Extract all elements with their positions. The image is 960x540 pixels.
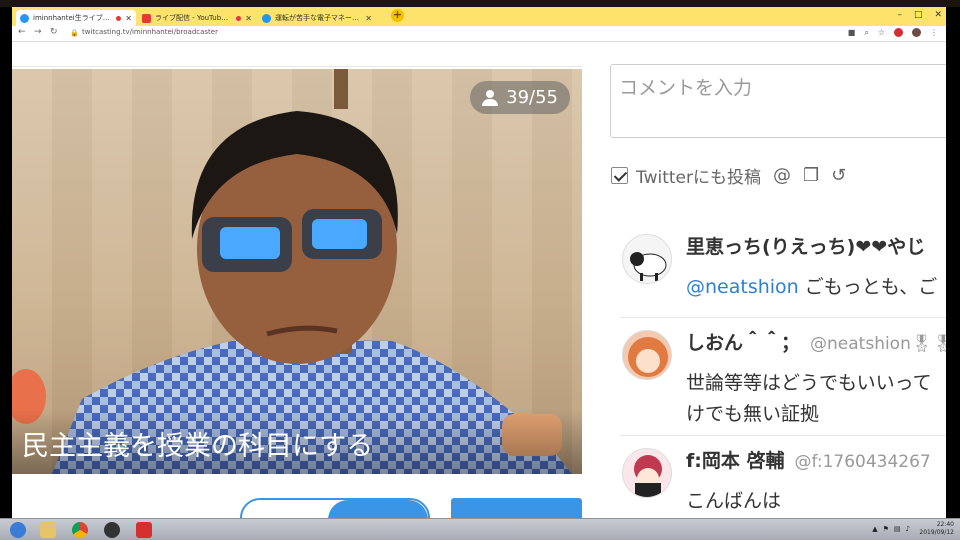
page-content: 39/55 民主主義を授業の科目にする コメントを入力 Twitterにも投稿 … bbox=[12, 42, 946, 518]
window-controls: – □ ✕ bbox=[897, 7, 942, 23]
refresh-icon[interactable]: ↺ bbox=[831, 165, 846, 186]
network-icon[interactable]: ▤ bbox=[894, 525, 901, 533]
obs-icon[interactable] bbox=[104, 522, 120, 538]
mention-at-icon[interactable]: @ bbox=[773, 165, 791, 186]
telop-subtitle: 民主主義を授業の科目にする bbox=[12, 410, 582, 474]
tray-arrow-icon[interactable]: ▲ bbox=[872, 525, 877, 533]
windows-taskbar: ▲ ⚑ ▤ ♪ 22:40 2019/09/12 bbox=[0, 518, 960, 540]
twitter-post-row: Twitterにも投稿 @ ❐ ↺ bbox=[611, 163, 846, 188]
bookmark-star-icon[interactable]: ☆ bbox=[878, 28, 885, 38]
browser-tab-strip: iminnhantei生ライブ配信 ✕ ライブ配信 - YouTube Stud… bbox=[12, 7, 946, 26]
avatar[interactable] bbox=[622, 448, 672, 498]
lock-icon: 🔒 bbox=[70, 29, 79, 37]
ie-icon[interactable] bbox=[10, 522, 26, 538]
maximize-button[interactable]: □ bbox=[914, 7, 923, 23]
comment-input[interactable]: コメントを入力 bbox=[610, 64, 946, 138]
url-field[interactable]: twitcasting.tv/iminnhantei/broadcaster bbox=[82, 28, 218, 36]
comment-handle: @f:1760434267 bbox=[794, 452, 931, 472]
menu-kebab-icon[interactable]: ⋮ bbox=[930, 28, 938, 38]
list-item: しおん＾＾； @neatshion🎖🎖 世論等等はどうでもいいって けでも無い証拠 bbox=[620, 318, 946, 436]
comment-handle: @neatshion🎖🎖 bbox=[810, 334, 946, 354]
list-item: f:岡本 啓輔 @f:1760434267 こんばんは bbox=[620, 436, 946, 518]
extension-icon[interactable] bbox=[894, 28, 903, 37]
tab-twitcasting[interactable]: iminnhantei生ライブ配信 ✕ bbox=[16, 10, 136, 26]
tab-youtube-studio[interactable]: ライブ配信 - YouTube Studio ✕ bbox=[138, 10, 256, 26]
app-icon[interactable] bbox=[136, 522, 152, 538]
twitcasting-favicon-icon bbox=[20, 13, 29, 23]
avatar[interactable] bbox=[622, 330, 672, 380]
toolbar-icons: ■ ⌕ ☆ ⋮ bbox=[848, 28, 938, 38]
comment-text: @neatshion ごもっとも、ご bbox=[686, 276, 938, 298]
copy-icon[interactable]: ❐ bbox=[803, 165, 819, 186]
comment-author[interactable]: f:岡本 啓輔 @f:1760434267 bbox=[686, 446, 931, 473]
file-explorer-icon[interactable] bbox=[40, 522, 56, 538]
list-item: 里恵っち(りえっち)❤❤やじ @neatshion ごもっとも、ご bbox=[620, 222, 946, 318]
top-frame bbox=[0, 0, 960, 7]
broadcast-video[interactable]: 39/55 民主主義を授業の科目にする bbox=[12, 69, 582, 474]
profile-avatar-icon[interactable] bbox=[912, 28, 921, 37]
header-divider bbox=[12, 66, 582, 67]
right-frame bbox=[946, 7, 960, 518]
address-bar: ← → ↻ 🔒 twitcasting.tv/iminnhantei/broad… bbox=[12, 26, 946, 42]
avatar[interactable] bbox=[622, 234, 672, 284]
toggle-button[interactable] bbox=[240, 498, 430, 518]
reload-icon[interactable]: ↻ bbox=[50, 27, 58, 37]
youtube-favicon-icon bbox=[142, 13, 151, 23]
recording-dot-icon bbox=[116, 15, 122, 21]
comment-author[interactable]: しおん＾＾； @neatshion🎖🎖 bbox=[686, 328, 946, 355]
comment-list: 里恵っち(りえっち)❤❤やじ @neatshion ごもっとも、ご しおん＾＾；… bbox=[620, 222, 946, 518]
tab-article[interactable]: 運転が苦手な電子マネーの活用が… ✕ bbox=[258, 10, 376, 26]
site-favicon-icon bbox=[262, 13, 271, 23]
comment-text: 世論等等はどうでもいいって けでも無い証拠 bbox=[686, 372, 932, 425]
chrome-icon[interactable] bbox=[72, 522, 88, 538]
minimize-button[interactable]: – bbox=[897, 7, 902, 23]
close-tab-icon[interactable]: ✕ bbox=[125, 14, 132, 23]
close-window-button[interactable]: ✕ bbox=[934, 7, 942, 23]
viewer-count-badge: 39/55 bbox=[470, 81, 570, 114]
flag-icon[interactable]: ⚑ bbox=[883, 525, 889, 533]
system-tray-icons: ▲ ⚑ ▤ ♪ bbox=[872, 525, 910, 533]
recording-dot-icon bbox=[236, 15, 242, 21]
forward-arrow-icon[interactable]: → bbox=[34, 27, 42, 37]
camera-icon[interactable]: ■ bbox=[848, 28, 856, 38]
comment-mention[interactable]: @neatshion bbox=[686, 276, 799, 298]
close-tab-icon[interactable]: ✕ bbox=[245, 14, 252, 23]
new-tab-button[interactable]: + bbox=[391, 9, 404, 22]
volume-icon[interactable]: ♪ bbox=[906, 525, 910, 533]
twitter-post-checkbox[interactable] bbox=[611, 167, 628, 184]
close-tab-icon[interactable]: ✕ bbox=[365, 14, 372, 23]
person-icon bbox=[482, 89, 499, 106]
comment-author[interactable]: 里恵っち(りえっち)❤❤やじ bbox=[686, 232, 925, 259]
zoom-icon[interactable]: ⌕ bbox=[864, 28, 868, 38]
comment-text: こんばんは bbox=[686, 490, 782, 512]
twitter-post-label: Twitterにも投稿 bbox=[636, 168, 761, 188]
action-button[interactable] bbox=[451, 498, 582, 518]
back-arrow-icon[interactable]: ← bbox=[18, 27, 26, 37]
clock[interactable]: 22:40 2019/09/12 bbox=[919, 521, 954, 537]
